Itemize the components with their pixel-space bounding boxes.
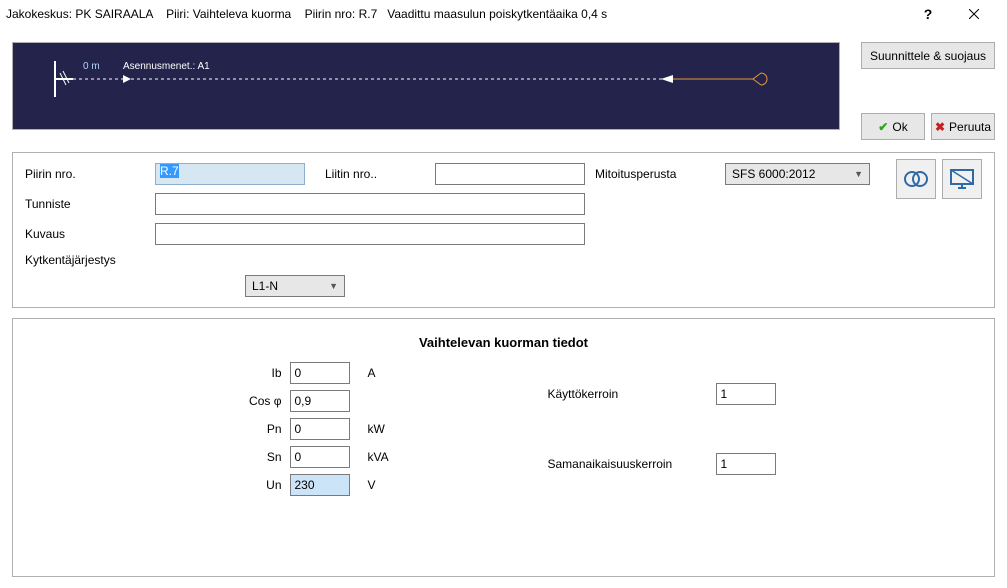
sizing-basis-value: SFS 6000:2012 xyxy=(732,167,815,181)
check-icon: ✔ xyxy=(878,120,888,134)
unit-v: V xyxy=(368,478,408,492)
transformer-button[interactable] xyxy=(896,159,936,199)
unit-a: A xyxy=(368,366,408,380)
cancel-button[interactable]: ✖ Peruuta xyxy=(931,113,995,140)
un-label: Un xyxy=(232,478,282,492)
ib-label: Ib xyxy=(232,366,282,380)
sizing-basis-select[interactable]: SFS 6000:2012 ▼ xyxy=(725,163,870,185)
identifier-label: Tunniste xyxy=(25,197,145,211)
unit-kw: kW xyxy=(368,422,408,436)
switching-select[interactable]: L1-N ▼ xyxy=(245,275,345,297)
switching-label: Kytkentäjärjestys xyxy=(25,253,145,267)
form-panel: Piirin nro. R.7 Liitin nro.. Mitoitusper… xyxy=(12,152,995,308)
diagram-length-label: 0 m xyxy=(83,61,100,72)
terminal-no-label: Liitin nro.. xyxy=(325,167,425,181)
ok-button[interactable]: ✔ Ok xyxy=(861,113,925,140)
diagram-install-label: Asennusmenet.: A1 xyxy=(123,61,210,72)
util-input[interactable] xyxy=(716,383,776,405)
section-title: Vaihtelevan kuorman tiedot xyxy=(13,335,994,350)
terminal-no-input[interactable] xyxy=(435,163,585,185)
pn-input[interactable] xyxy=(290,418,350,440)
switching-value: L1-N xyxy=(252,279,278,293)
cosphi-label: Cos φ xyxy=(232,394,282,408)
sn-input[interactable] xyxy=(290,446,350,468)
circuit-diagram: 0 m Asennusmenet.: A1 xyxy=(12,42,840,130)
title-bar: Jakokeskus: PK SAIRAALA Piiri: Vaihtelev… xyxy=(0,0,1007,28)
un-input[interactable] xyxy=(290,474,350,496)
monitor-button[interactable] xyxy=(942,159,982,199)
close-button[interactable] xyxy=(951,0,997,28)
coincidence-input[interactable] xyxy=(716,453,776,475)
cancel-button-label: Peruuta xyxy=(949,120,991,134)
transformer-icon xyxy=(902,169,930,189)
pn-label: Pn xyxy=(232,422,282,436)
load-panel: Vaihtelevan kuorman tiedot Ib A Cos φ Pn… xyxy=(12,318,995,577)
window-title: Jakokeskus: PK SAIRAALA Piiri: Vaihtelev… xyxy=(6,7,905,21)
chevron-down-icon: ▼ xyxy=(329,281,338,291)
circuit-no-input[interactable]: R.7 xyxy=(155,163,305,185)
cosphi-input[interactable] xyxy=(290,390,350,412)
monitor-icon xyxy=(949,168,975,190)
identifier-input[interactable] xyxy=(155,193,585,215)
circuit-no-label: Piirin nro. xyxy=(25,167,145,181)
ok-button-label: Ok xyxy=(892,120,907,134)
coincidence-label: Samanaikaisuuskerroin xyxy=(548,457,708,471)
ib-input[interactable] xyxy=(290,362,350,384)
sizing-basis-label: Mitoitusperusta xyxy=(595,167,715,181)
diagram-svg xyxy=(13,43,833,131)
close-icon xyxy=(969,9,979,19)
design-protect-button[interactable]: Suunnittele & suojaus xyxy=(861,42,995,69)
description-label: Kuvaus xyxy=(25,227,145,241)
cross-icon: ✖ xyxy=(935,120,945,134)
description-input[interactable] xyxy=(155,223,585,245)
unit-kva: kVA xyxy=(368,450,408,464)
sn-label: Sn xyxy=(232,450,282,464)
help-button[interactable]: ? xyxy=(905,0,951,28)
util-label: Käyttökerroin xyxy=(548,387,708,401)
chevron-down-icon: ▼ xyxy=(854,169,863,179)
